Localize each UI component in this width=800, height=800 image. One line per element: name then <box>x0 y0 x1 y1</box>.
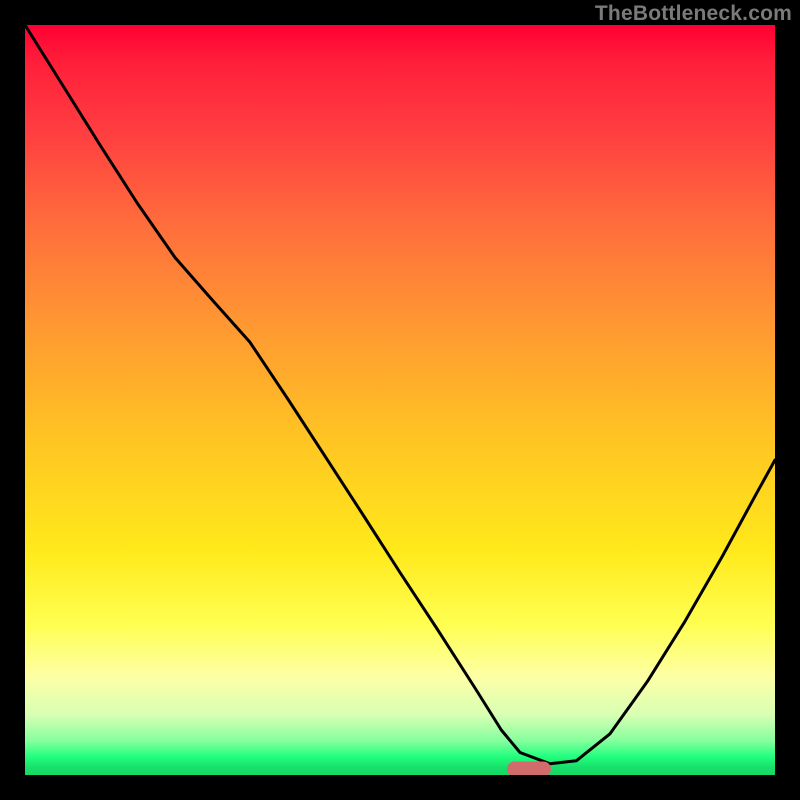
chart-frame: TheBottleneck.com <box>0 0 800 800</box>
plot-area <box>25 25 775 775</box>
optimal-marker <box>507 762 551 776</box>
curve-svg <box>25 25 775 775</box>
bottleneck-curve <box>25 25 775 764</box>
watermark-text: TheBottleneck.com <box>595 2 792 26</box>
